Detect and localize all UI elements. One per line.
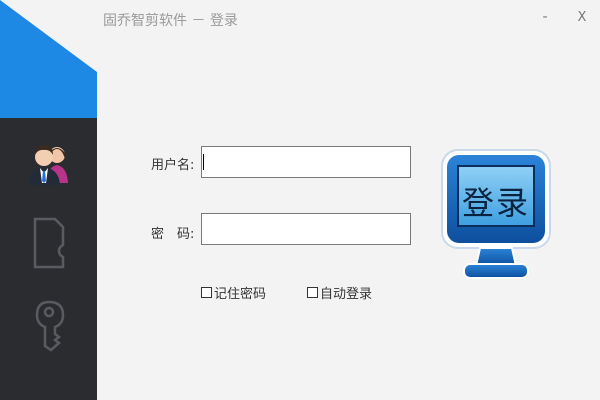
minimize-button[interactable]: - (535, 7, 555, 27)
auto-login-checkbox[interactable]: 自动登录 (307, 283, 372, 302)
sd-card-icon (33, 217, 64, 269)
login-button-label: 登录 (461, 184, 530, 222)
checkbox-box[interactable] (201, 287, 212, 298)
checkbox-box[interactable] (307, 287, 318, 298)
sidebar-item-sd-card[interactable] (0, 212, 97, 274)
remember-password-label: 记住密码 (214, 287, 267, 302)
sidebar-item-users[interactable] (0, 132, 97, 192)
username-label: 用户名: (151, 158, 195, 173)
text-caret (203, 154, 204, 170)
login-button[interactable]: 登录 (440, 148, 552, 282)
remember-password-checkbox[interactable]: 记住密码 (201, 283, 266, 302)
key-icon (35, 300, 64, 352)
password-label: 密 码: (151, 227, 195, 242)
username-field[interactable] (201, 146, 411, 178)
close-button[interactable]: X (572, 7, 592, 27)
auto-login-label: 自动登录 (320, 287, 373, 302)
window-title: 固乔智剪软件 － 登录 (103, 13, 238, 29)
users-icon (27, 145, 68, 185)
sidebar-item-key[interactable] (0, 296, 97, 356)
password-field[interactable] (201, 213, 411, 245)
